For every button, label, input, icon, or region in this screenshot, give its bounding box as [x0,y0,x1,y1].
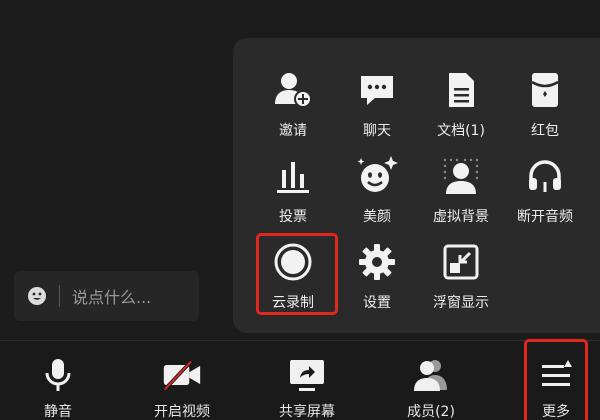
gear-icon [355,240,399,284]
floating-window-button[interactable]: 浮窗显示 [421,220,501,312]
virtual-background-icon [439,154,483,198]
headphones-icon [523,154,567,198]
red-packet-icon [523,68,567,112]
settings-button[interactable]: 设置 [337,220,417,312]
start-video-button[interactable]: 开启视频 [134,341,230,420]
floating-window-icon [439,240,483,284]
invite-user-icon [271,68,315,112]
vote-button[interactable]: 投票 [253,134,333,226]
share-screen-label: 共享屏幕 [279,404,335,420]
mute-label: 静音 [44,404,72,420]
emoji-icon[interactable] [27,286,47,306]
settings-label: 设置 [363,295,391,311]
members-label: 成员(2) [407,404,455,420]
share-screen-button[interactable]: 共享屏幕 [259,341,355,420]
start-video-label: 开启视频 [154,404,210,420]
beauty-button[interactable]: 美颜 [337,134,417,226]
members-icon [411,357,451,393]
mute-button[interactable]: 静音 [10,341,106,420]
vote-bar-icon [271,154,315,198]
chat-bubble-icon [355,68,399,112]
red-packet-button[interactable]: 红包 [505,48,585,140]
camera-off-icon [162,357,202,393]
share-screen-icon [287,357,327,393]
bottom-toolbar: 静音 开启视频 共享屏幕 成员(2) 更多 [0,340,600,420]
floating-window-label: 浮窗显示 [433,295,489,311]
more-button-highlight [524,339,588,420]
disconnect-audio-label: 断开音频 [517,209,573,225]
members-button[interactable]: 成员(2) [383,341,479,420]
chat-input-bar[interactable]: 说点什么... [14,271,199,321]
document-button[interactable]: 文档(1) [421,48,501,140]
chat-button[interactable]: 聊天 [337,48,417,140]
cloud-record-highlight [256,233,338,315]
invite-button[interactable]: 邀请 [253,48,333,140]
beauty-face-icon [355,154,399,198]
microphone-icon [38,357,78,393]
document-icon [439,68,483,112]
disconnect-audio-button[interactable]: 断开音频 [505,134,585,226]
input-divider [59,285,60,307]
meeting-screen: 邀请 聊天 文档(1) 红包 投票 美颜 虚拟背景 断开音频 云录制 设置 浮窗… [0,0,600,420]
chat-input-placeholder: 说点什么... [72,288,152,307]
virtual-background-button[interactable]: 虚拟背景 [421,134,501,226]
